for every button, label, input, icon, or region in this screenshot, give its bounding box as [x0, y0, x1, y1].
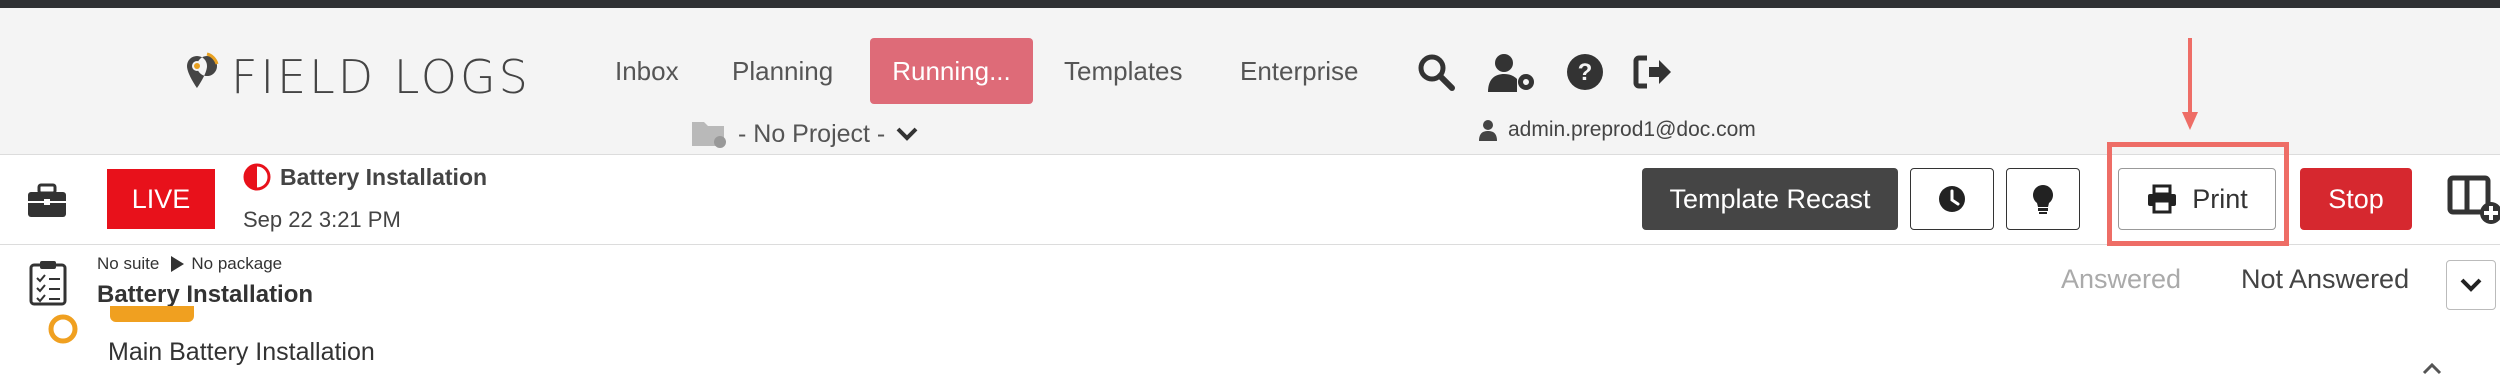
suite-label: No suite: [97, 254, 160, 273]
nav-planning[interactable]: Planning: [712, 38, 853, 104]
pending-circle-icon: [48, 314, 78, 344]
hint-button[interactable]: [2006, 168, 2080, 230]
clock-icon: [1939, 186, 1965, 212]
top-strip: [0, 0, 2500, 8]
check-edge-icon: [2422, 362, 2442, 375]
svg-text:?: ?: [1578, 59, 1593, 86]
checklist-section: No suite No package Battery Installation…: [0, 246, 2500, 375]
location-pin-icon: [187, 52, 219, 88]
nav-templates[interactable]: Templates: [1044, 38, 1203, 104]
folder-settings-icon: [692, 122, 726, 148]
run-title: Battery Installation: [243, 163, 487, 191]
suite-breadcrumb: No suite No package: [97, 254, 282, 274]
print-highlight-box: [2107, 142, 2289, 246]
collapse-toggle-button[interactable]: [2446, 260, 2496, 310]
search-icon[interactable]: [1416, 52, 1456, 92]
stop-button[interactable]: Stop: [2300, 168, 2412, 230]
user-email: admin.preprod1@doc.com: [1508, 118, 1756, 141]
current-user[interactable]: admin.preprod1@doc.com: [1478, 118, 1756, 142]
brand-logo[interactable]: FIELD LOGS: [183, 50, 531, 104]
chevron-down-icon: [2460, 278, 2482, 292]
live-badge: LIVE: [107, 169, 215, 229]
clipboard-checklist-icon: [29, 261, 67, 306]
template-recast-button[interactable]: Template Recast: [1642, 168, 1898, 230]
run-date: Sep 22 3:21 PM: [243, 207, 401, 232]
filter-answered[interactable]: Answered: [2061, 264, 2181, 295]
briefcase-icon[interactable]: [26, 183, 68, 219]
user-icon: [1479, 120, 1497, 141]
run-title-text: Battery Installation: [280, 163, 488, 190]
lightbulb-icon: [2033, 185, 2053, 214]
suite-title: Battery Installation: [97, 281, 314, 308]
half-circle-status-icon: [243, 163, 271, 191]
nav-running[interactable]: Running...: [870, 38, 1033, 104]
play-arrow-icon: [171, 256, 185, 272]
app-header: FIELD LOGS Inbox Planning Running... Tem…: [0, 8, 2500, 155]
brand-name: FIELD LOGS: [231, 50, 531, 104]
package-label: No package: [191, 254, 283, 273]
status-tag: [110, 306, 194, 322]
filter-not-answered[interactable]: Not Answered: [2241, 264, 2409, 295]
nav-enterprise[interactable]: Enterprise: [1220, 38, 1379, 104]
project-label: - No Project -: [738, 119, 886, 148]
help-icon[interactable]: ?: [1565, 52, 1605, 92]
task-name: Main Battery Installation: [108, 338, 375, 366]
nav-inbox[interactable]: Inbox: [595, 38, 699, 104]
logout-icon[interactable]: [1633, 52, 1673, 92]
user-settings-icon[interactable]: [1487, 52, 1537, 92]
project-selector[interactable]: - No Project -: [690, 118, 919, 150]
chevron-down-icon: [896, 127, 918, 141]
add-panel-icon[interactable]: [2447, 173, 2500, 225]
down-arrow-annotation-icon: [2182, 38, 2198, 130]
history-button[interactable]: [1910, 168, 1994, 230]
